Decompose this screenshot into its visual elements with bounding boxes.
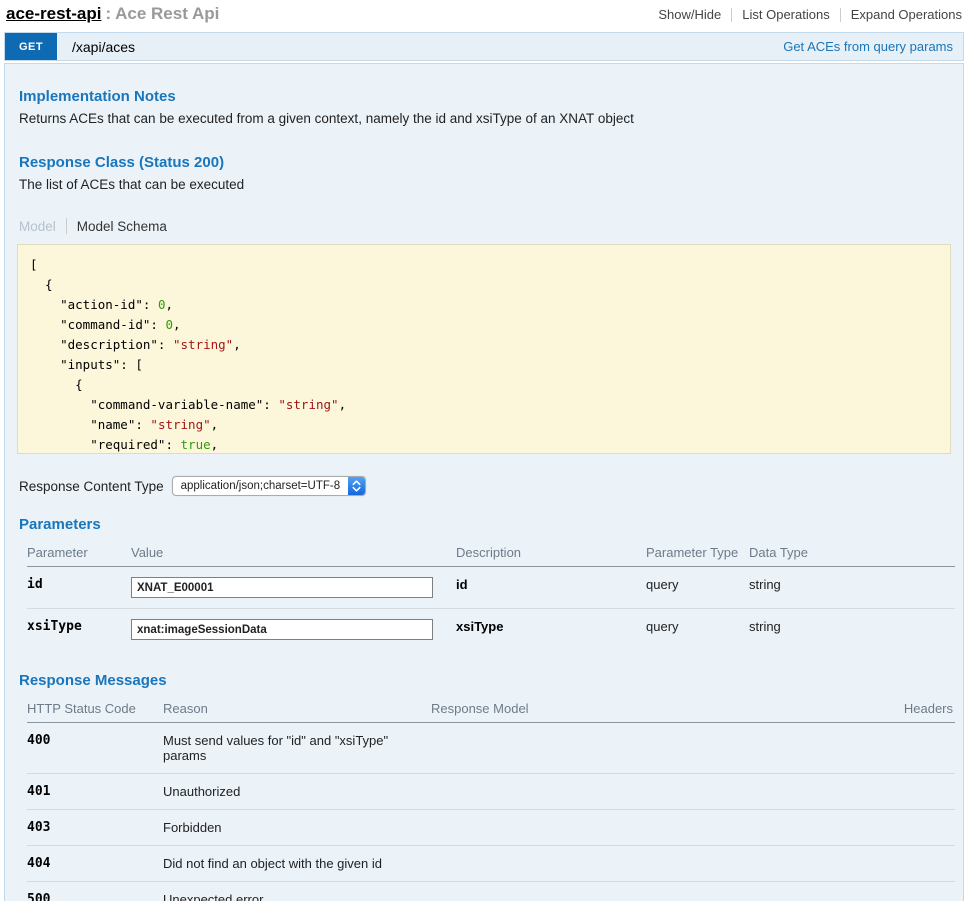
param-data-type: string bbox=[749, 609, 955, 651]
message-row-400: 400 Must send values for "id" and "xsiTy… bbox=[27, 723, 955, 774]
param-data-type: string bbox=[749, 567, 955, 609]
tab-model-schema[interactable]: Model Schema bbox=[77, 219, 167, 234]
col-reason: Reason bbox=[163, 695, 431, 723]
param-id-input[interactable] bbox=[131, 577, 433, 598]
response-model-cell bbox=[431, 846, 875, 882]
status-code: 403 bbox=[27, 810, 163, 846]
message-row-404: 404 Did not find an object with the give… bbox=[27, 846, 955, 882]
status-reason: Did not find an object with the given id bbox=[163, 846, 431, 882]
endpoint-path-link[interactable]: /xapi/aces bbox=[57, 33, 135, 60]
param-xsitype-input[interactable] bbox=[131, 619, 433, 640]
status-code: 500 bbox=[27, 882, 163, 901]
response-messages-table: HTTP Status Code Reason Response Model H… bbox=[27, 695, 955, 901]
parameters-heading: Parameters bbox=[19, 516, 949, 533]
response-content-type-row: Response Content Type application/json;c… bbox=[19, 476, 949, 496]
api-id-link[interactable]: ace-rest-api bbox=[6, 4, 101, 23]
implementation-notes-text: Returns ACEs that can be executed from a… bbox=[19, 111, 949, 126]
show-hide-link[interactable]: Show/Hide bbox=[658, 7, 721, 22]
model-schema-code: [ { "action-id": 0, "command-id": 0, "de… bbox=[17, 244, 951, 454]
message-row-500: 500 Unexpected error bbox=[27, 882, 955, 901]
tab-model[interactable]: Model bbox=[19, 219, 56, 234]
endpoint-heading[interactable]: GET /xapi/aces Get ACEs from query param… bbox=[4, 32, 964, 61]
parameters-table: Parameter Value Description Parameter Ty… bbox=[27, 539, 955, 650]
parameter-row-xsitype: xsiType xsiType query string bbox=[27, 609, 955, 651]
param-description: xsiType bbox=[456, 609, 646, 651]
response-content-type-label: Response Content Type bbox=[19, 479, 164, 494]
param-description: id bbox=[456, 567, 646, 609]
col-value: Value bbox=[131, 539, 456, 567]
headers-cell bbox=[875, 723, 955, 774]
col-headers: Headers bbox=[875, 695, 955, 723]
response-model-cell bbox=[431, 774, 875, 810]
options-divider bbox=[840, 8, 841, 22]
col-description: Description bbox=[456, 539, 646, 567]
col-response-model: Response Model bbox=[431, 695, 875, 723]
param-name: xsiType bbox=[27, 609, 131, 651]
topbar: ace-rest-api:Ace Rest Api Show/Hide List… bbox=[0, 0, 970, 32]
headers-cell bbox=[875, 810, 955, 846]
response-class-description: The list of ACEs that can be executed bbox=[19, 177, 949, 192]
response-class-heading: Response Class (Status 200) bbox=[19, 154, 949, 171]
param-name: id bbox=[27, 567, 131, 609]
list-operations-link[interactable]: List Operations bbox=[742, 7, 829, 22]
param-type: query bbox=[646, 567, 749, 609]
select-arrows-icon bbox=[348, 477, 365, 495]
response-content-type-value: application/json;charset=UTF-8 bbox=[173, 480, 348, 492]
col-data-type: Data Type bbox=[749, 539, 955, 567]
expand-operations-link[interactable]: Expand Operations bbox=[851, 7, 962, 22]
status-code: 401 bbox=[27, 774, 163, 810]
headers-cell bbox=[875, 846, 955, 882]
response-model-cell bbox=[431, 810, 875, 846]
col-http-status-code: HTTP Status Code bbox=[27, 695, 163, 723]
operation-content-panel: Implementation Notes Returns ACEs that c… bbox=[4, 63, 964, 901]
response-content-type-select[interactable]: application/json;charset=UTF-8 bbox=[172, 476, 366, 496]
response-model-cell bbox=[431, 723, 875, 774]
topbar-options: Show/Hide List Operations Expand Operati… bbox=[658, 4, 962, 22]
status-reason: Forbidden bbox=[163, 810, 431, 846]
swagger-page: ace-rest-api:Ace Rest Api Show/Hide List… bbox=[0, 0, 970, 901]
message-row-403: 403 Forbidden bbox=[27, 810, 955, 846]
tab-divider bbox=[66, 218, 67, 234]
headers-cell bbox=[875, 774, 955, 810]
options-divider bbox=[731, 8, 732, 22]
endpoint-summary-link[interactable]: Get ACEs from query params bbox=[783, 33, 963, 60]
status-code: 404 bbox=[27, 846, 163, 882]
col-parameter: Parameter bbox=[27, 539, 131, 567]
implementation-notes-heading: Implementation Notes bbox=[19, 88, 949, 105]
status-reason: Unauthorized bbox=[163, 774, 431, 810]
message-row-401: 401 Unauthorized bbox=[27, 774, 955, 810]
response-model-cell bbox=[431, 882, 875, 901]
api-name: Ace Rest Api bbox=[115, 4, 219, 23]
parameters-header-row: Parameter Value Description Parameter Ty… bbox=[27, 539, 955, 567]
col-parameter-type: Parameter Type bbox=[646, 539, 749, 567]
status-reason: Must send values for "id" and "xsiType" … bbox=[163, 723, 431, 774]
api-title-separator: : bbox=[101, 4, 115, 23]
messages-header-row: HTTP Status Code Reason Response Model H… bbox=[27, 695, 955, 723]
headers-cell bbox=[875, 882, 955, 901]
model-tabs: Model Model Schema bbox=[19, 218, 949, 234]
api-title: ace-rest-api:Ace Rest Api bbox=[6, 4, 219, 24]
status-reason: Unexpected error bbox=[163, 882, 431, 901]
status-code: 400 bbox=[27, 723, 163, 774]
http-method-badge[interactable]: GET bbox=[5, 33, 57, 60]
parameter-row-id: id id query string bbox=[27, 567, 955, 609]
param-type: query bbox=[646, 609, 749, 651]
response-messages-heading: Response Messages bbox=[19, 672, 949, 689]
